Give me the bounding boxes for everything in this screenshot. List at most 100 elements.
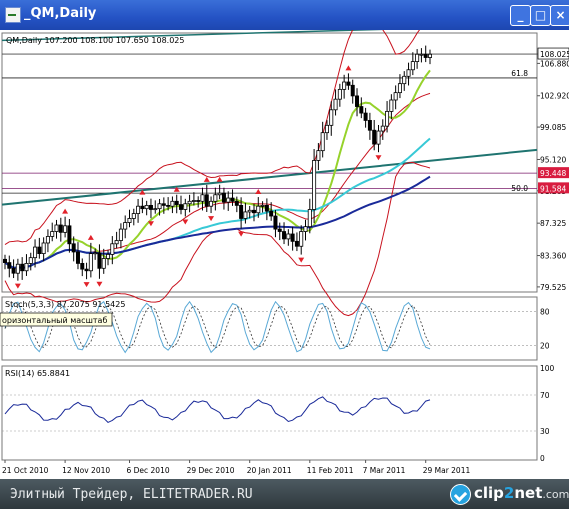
bear-candle [204, 194, 209, 207]
price-tag-label: 91.584 [540, 184, 566, 193]
bull-candle [127, 218, 132, 223]
bull-candle [410, 61, 415, 71]
stoch-level-label: 20 [540, 342, 550, 351]
bull-candle [342, 81, 347, 90]
bull-candle [187, 200, 192, 205]
bull-candle [118, 228, 123, 241]
close-button[interactable]: × [550, 5, 569, 26]
x-tick-label: 21 Oct 2010 [2, 466, 49, 475]
bull-candle [385, 111, 390, 127]
bear-candle [11, 267, 16, 274]
x-tick-label: 11 Feb 2011 [307, 466, 354, 475]
y-tick-label: 108.025 [540, 50, 569, 59]
bear-candle [294, 240, 299, 247]
bear-candle [7, 262, 12, 269]
bear-candle [161, 203, 166, 206]
x-tick-label: 20 Jan 2011 [247, 466, 292, 475]
bull-candle [170, 200, 175, 207]
bear-candle [20, 263, 25, 272]
y-tick-label: 99.085 [540, 123, 566, 132]
bull-candle [312, 160, 317, 210]
bull-candle [402, 75, 407, 85]
bull-candle [320, 132, 325, 152]
bear-candle [363, 112, 368, 121]
bull-candle [393, 92, 398, 101]
bull-candle [376, 130, 381, 145]
bear-candle [148, 204, 153, 210]
bull-candle [213, 194, 218, 202]
bear-candle [140, 205, 145, 210]
bear-candle [372, 129, 377, 145]
bear-candle [174, 200, 179, 205]
bull-candle [406, 69, 411, 77]
bull-candle [63, 225, 68, 233]
y-tick-label: 83.360 [540, 252, 566, 261]
rsi-level-label: 100 [540, 364, 555, 373]
clip2net-logo: clip2net.com [450, 484, 569, 505]
bull-candle [324, 124, 329, 134]
bull-candle [260, 204, 265, 207]
bull-candle [114, 240, 119, 245]
bear-candle [166, 204, 171, 207]
y-tick-label: 87.325 [540, 219, 566, 228]
bull-candle [415, 53, 420, 62]
bear-candle [179, 204, 184, 210]
bull-candle [28, 257, 33, 264]
bull-candle [299, 231, 304, 247]
bull-candle [153, 208, 158, 211]
bull-candle [329, 109, 334, 126]
bear-candle [97, 252, 102, 269]
bull-candle [101, 258, 106, 269]
bull-candle [303, 226, 308, 232]
footer-bar: Элитный Трейдер, ELITETRADER.RU clip2net… [0, 479, 569, 509]
bull-candle [337, 88, 342, 100]
bull-candle [217, 192, 222, 196]
bull-candle [54, 224, 59, 232]
rsi-level-label: 30 [540, 427, 550, 436]
bear-candle [71, 243, 76, 253]
y-tick-label: 79.525 [540, 283, 566, 292]
bull-candle [183, 203, 188, 210]
bear-candle [350, 84, 355, 97]
logo-wordmark: clip2net.com [474, 484, 569, 502]
bear-candle [423, 53, 428, 58]
maximize-button[interactable]: □ [530, 5, 551, 26]
bear-candle [75, 251, 80, 264]
bull-candle [88, 253, 93, 272]
stoch-header: Stoch(5,3,3) 87.2075 91.5425 [5, 300, 125, 309]
bull-candle [157, 203, 162, 210]
price-chart: QM,Daily 107.200 108.100 107.650 108.025… [0, 15, 569, 475]
bull-candle [136, 205, 141, 214]
bull-candle [419, 53, 424, 56]
bear-candle [3, 258, 8, 263]
bear-candle [277, 228, 282, 232]
bull-candle [256, 205, 261, 214]
rsi-level-label: 0 [540, 454, 545, 463]
bear-candle [239, 204, 244, 219]
bear-candle [80, 263, 85, 270]
bull-candle [243, 211, 248, 219]
bear-candle [346, 81, 351, 86]
stoch-level-label: 80 [540, 307, 550, 316]
bear-candle [58, 224, 63, 233]
checkmark-icon [450, 484, 471, 505]
rsi-level-label: 70 [540, 391, 550, 400]
bear-candle [269, 210, 274, 217]
bear-candle [273, 215, 278, 230]
y-tick-label: 95.120 [540, 155, 566, 164]
price-tag-label: 93.448 [540, 169, 566, 178]
chart-area[interactable]: QM,Daily 107.200 108.100 107.650 108.025… [0, 15, 569, 479]
bull-candle [123, 222, 128, 230]
bear-candle [290, 233, 295, 242]
bear-candle [264, 204, 269, 212]
bear-candle [67, 225, 72, 245]
bear-candle [282, 231, 287, 240]
bull-candle [333, 98, 338, 111]
logo-domain: .com [542, 488, 569, 501]
bear-candle [196, 200, 201, 202]
minimize-button[interactable]: _ [510, 5, 531, 26]
chart-window-icon [5, 7, 21, 23]
bull-candle [247, 209, 252, 213]
bull-candle [93, 252, 98, 255]
bear-candle [359, 106, 364, 114]
